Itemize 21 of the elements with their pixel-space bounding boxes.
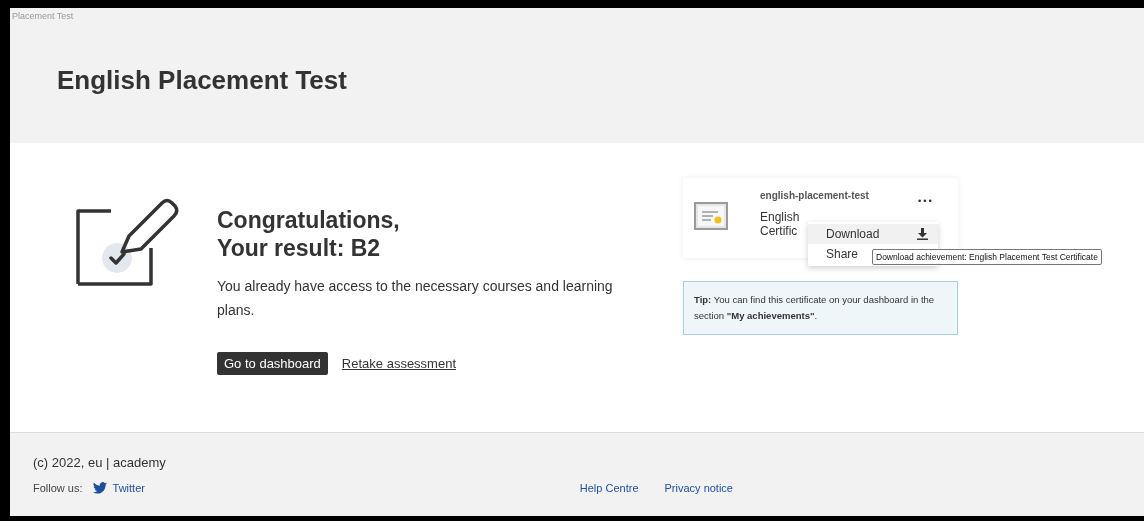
page-title: English Placement Test (57, 65, 347, 96)
result-heading: Congratulations, Your result: B2 (217, 206, 401, 262)
footer-link[interactable]: Help Centre (579, 482, 639, 494)
follow-us-label: Follow us: (33, 482, 83, 494)
more-options-button[interactable]: ••• (917, 196, 933, 206)
tooltip: Download achievement: English Placement Test Certificate (872, 249, 1102, 265)
menu-item[interactable]: Download (808, 224, 938, 244)
copyright-text: (c) 2022, eu | academy (33, 455, 166, 470)
footer-link[interactable]: Privacy notice (664, 482, 733, 494)
achievement-slug: english-placement-test (760, 190, 869, 201)
retake-assessment-link[interactable]: Retake assessment (341, 356, 457, 371)
bird-icon (92, 482, 107, 494)
tip-box: Tip: You can find this certificate on your dashboard in the section "My achievements". (683, 281, 958, 335)
achievement-title: English (760, 210, 800, 224)
certificate-icon (694, 202, 728, 230)
achievement-title: Certific (760, 224, 798, 238)
twitter-link[interactable]: Twitter (112, 482, 145, 494)
download-icon (917, 228, 928, 240)
go-to-dashboard-button[interactable]: Go to dashboard (217, 352, 328, 375)
breadcrumb: Placement Test (12, 11, 74, 21)
result-description: You already have access to the necessary courses and learning plans. (217, 277, 614, 320)
